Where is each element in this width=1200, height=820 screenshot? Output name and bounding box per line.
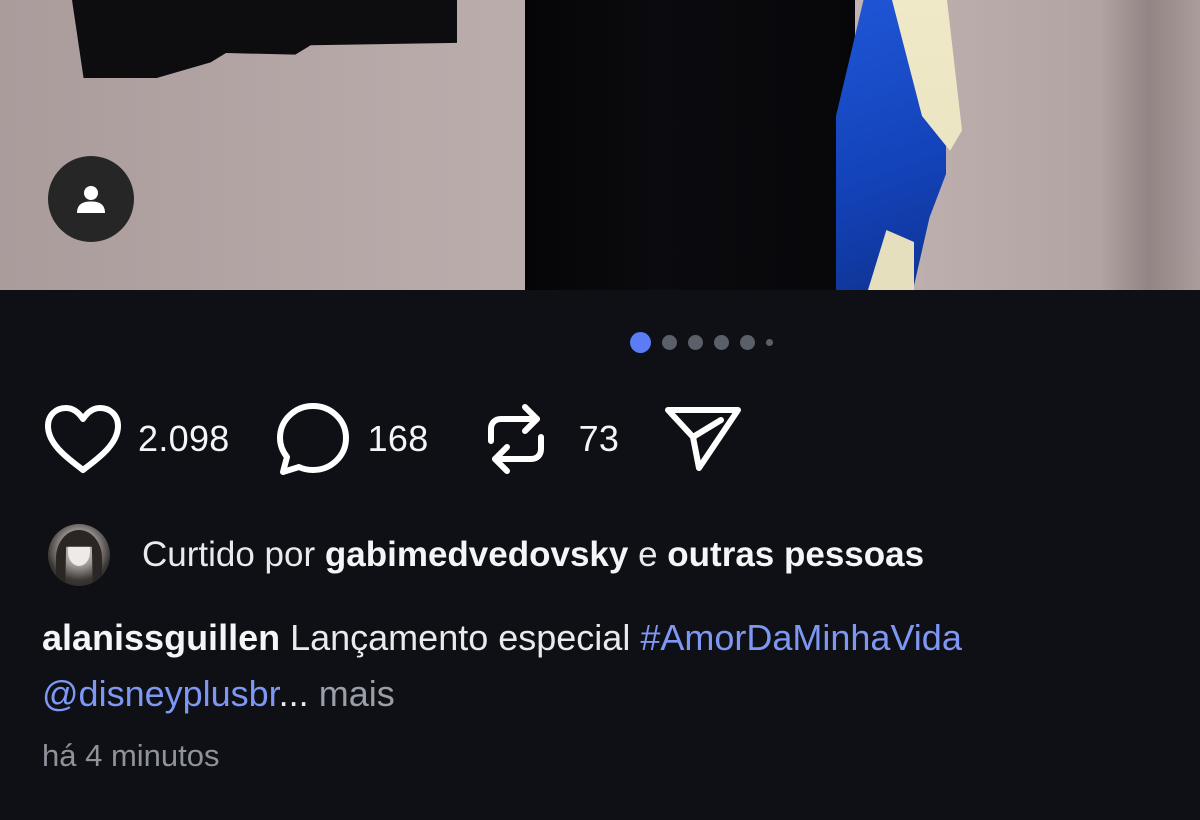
carousel-dot — [714, 334, 729, 350]
carousel-dot — [740, 334, 755, 350]
comment-action[interactable]: 168 — [274, 400, 485, 478]
repost-icon[interactable] — [485, 399, 547, 479]
caption-more-button[interactable]: mais — [319, 673, 395, 714]
repost-action[interactable]: 73 — [485, 399, 664, 479]
liked-by-conjunction: e — [638, 535, 658, 574]
carousel-dot — [688, 334, 703, 350]
caption-text: Lançamento especial — [290, 617, 631, 658]
carousel-indicator — [630, 331, 773, 353]
liked-by-text: Curtido por gabimedvedovsky e outras pes… — [142, 535, 924, 575]
comment-bubble-icon[interactable] — [274, 400, 352, 478]
liker-avatar[interactable] — [48, 524, 110, 586]
post-caption: alanissguillen Lançamento especial #Amor… — [42, 610, 1162, 722]
heart-icon[interactable] — [42, 402, 124, 476]
comment-count[interactable]: 168 — [368, 418, 429, 460]
carousel-dot — [766, 338, 773, 346]
post-view: 2.098 168 73 Curtido por gabimedvedovsky… — [0, 0, 1200, 820]
photo-shadow — [1100, 0, 1200, 290]
liked-by-others[interactable]: outras pessoas — [667, 535, 924, 574]
share-action[interactable] — [663, 404, 743, 474]
caption-author[interactable]: alanissguillen — [42, 617, 280, 658]
liked-by-username[interactable]: gabimedvedovsky — [325, 535, 628, 574]
person-icon — [77, 186, 105, 213]
caption-hashtag[interactable]: #AmorDaMinhaVida — [640, 617, 962, 658]
post-action-bar: 2.098 168 73 — [42, 397, 743, 481]
like-action[interactable]: 2.098 — [42, 402, 274, 476]
liked-by-prefix: Curtido por — [142, 535, 316, 574]
post-timestamp: há 4 minutos — [42, 738, 220, 773]
carousel-dot — [662, 334, 677, 350]
caption-ellipsis: ... — [278, 673, 309, 714]
tagged-users-button[interactable] — [48, 156, 134, 242]
photo-dress — [525, 0, 855, 290]
liked-by-row[interactable]: Curtido por gabimedvedovsky e outras pes… — [48, 522, 924, 588]
send-icon[interactable] — [663, 404, 743, 474]
carousel-dot-active — [630, 331, 651, 353]
repost-count[interactable]: 73 — [579, 418, 620, 460]
caption-mention[interactable]: @disneyplusbr — [42, 673, 279, 714]
like-count[interactable]: 2.098 — [138, 418, 230, 460]
post-image[interactable] — [0, 0, 1200, 290]
